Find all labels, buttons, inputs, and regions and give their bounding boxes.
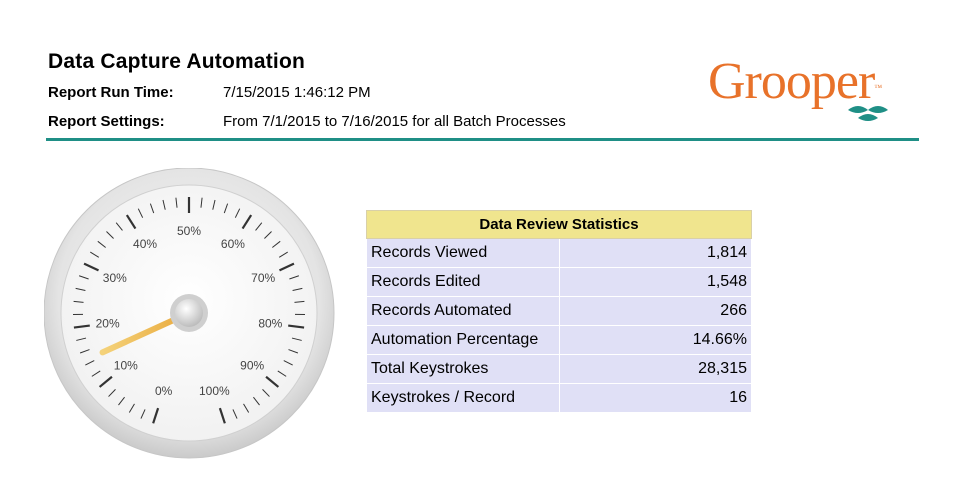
table-row: Records Edited 1,548 (366, 267, 752, 297)
gauge-tick-label: 30% (103, 271, 127, 285)
table-row: Automation Percentage 14.66% (366, 325, 752, 355)
stat-value: 14.66% (559, 325, 752, 355)
table-row: Records Automated 266 (366, 296, 752, 326)
settings-label: Report Settings: (48, 113, 165, 130)
table-row: Records Viewed 1,814 (366, 238, 752, 268)
stat-label: Total Keystrokes (366, 354, 560, 384)
stats-header-row: Data Review Statistics (366, 210, 752, 239)
stat-value: 1,814 (559, 238, 752, 268)
gauge-tick-label: 90% (240, 358, 264, 372)
stats-table-title: Data Review Statistics (366, 210, 752, 239)
stat-label: Records Viewed (366, 238, 560, 268)
stat-label: Records Automated (366, 296, 560, 326)
stat-label: Records Edited (366, 267, 560, 297)
gauge-hub (175, 299, 203, 327)
gauge-tick-label: 20% (96, 316, 120, 330)
stat-value: 16 (559, 383, 752, 413)
gauge-tick-label: 70% (251, 271, 275, 285)
gauge-tick-label: 60% (221, 237, 245, 251)
gauge-tick-label: 40% (133, 237, 157, 251)
report-title: Data Capture Automation (48, 50, 305, 73)
stat-value: 28,315 (559, 354, 752, 384)
automation-gauge: 0% 10% 20% 30% 40% 50% 60% 70% 80% 90% 100% (44, 168, 335, 459)
stat-label: Automation Percentage (366, 325, 560, 355)
stat-value: 266 (559, 296, 752, 326)
gauge-tick-label: 80% (258, 316, 282, 330)
table-row: Total Keystrokes 28,315 (366, 354, 752, 384)
data-review-statistics-table: Data Review Statistics Records Viewed 1,… (366, 210, 752, 413)
logo-leaf-icon (848, 106, 888, 121)
gauge-tick-label: 10% (114, 358, 138, 372)
run-time-label: Report Run Time: (48, 84, 174, 101)
gauge-tick-label: 0% (155, 384, 173, 398)
run-time-value: 7/15/2015 1:46:12 PM (223, 84, 371, 101)
settings-value: From 7/1/2015 to 7/16/2015 for all Batch… (223, 113, 566, 130)
gauge-tick-label: 50% (177, 224, 201, 238)
stat-value: 1,548 (559, 267, 752, 297)
grooper-logo: Grooper™ (700, 52, 920, 132)
stat-label: Keystrokes / Record (366, 383, 560, 413)
header-divider (46, 138, 919, 141)
gauge-tick-label: 100% (199, 384, 230, 398)
table-row: Keystrokes / Record 16 (366, 383, 752, 413)
